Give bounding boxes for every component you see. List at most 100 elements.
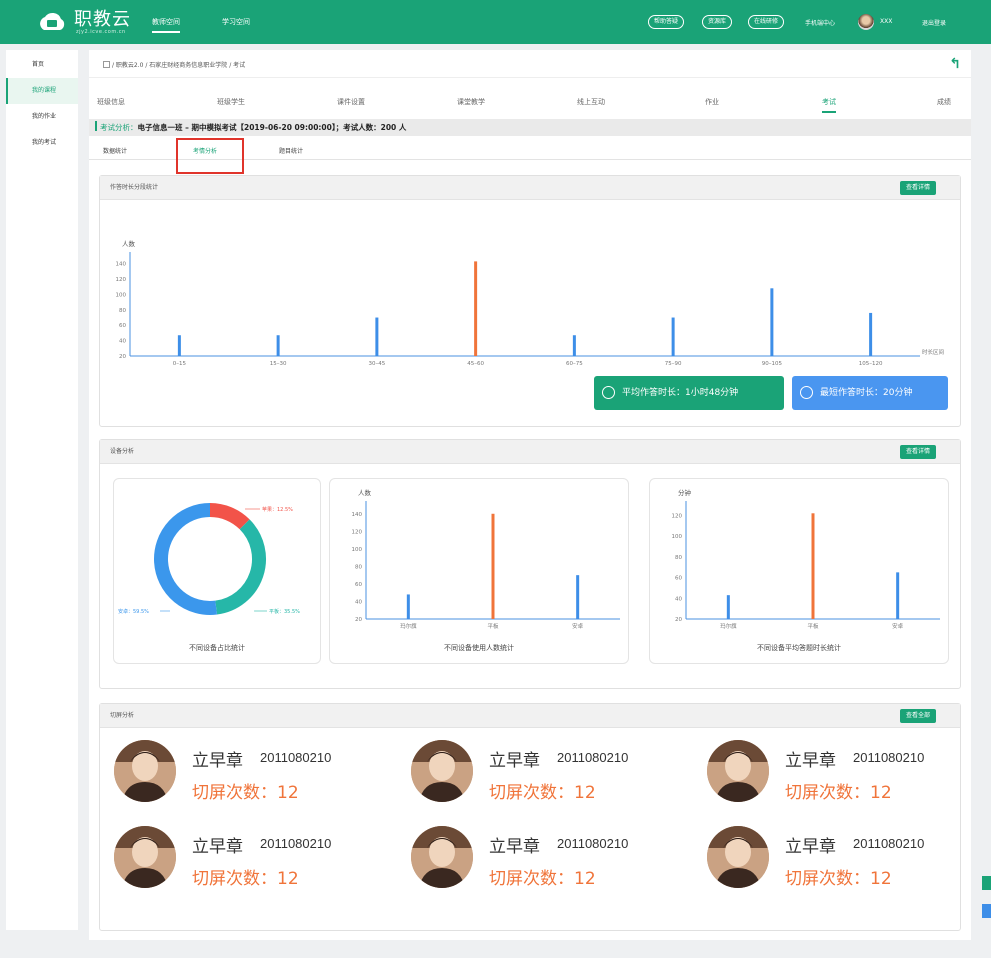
users-chart-title: 不同设备使用人数统计 [444, 644, 514, 652]
screen-cut-item[interactable]: 立早章 2011080210 切屏次数：12 [707, 740, 957, 810]
y-axis-label: 人数 [122, 239, 136, 248]
breadcrumb-text[interactable]: / 职教云2.0 / 石家庄财经商务信息职业学院 / 考试 [112, 62, 245, 69]
top-bar: 职教云 zjy2.icve.com.cn 教师空间 学习空间 帮助答疑 资源库 … [0, 0, 991, 44]
student-avatar [411, 826, 473, 888]
tab-grades[interactable]: 成绩 [937, 97, 951, 107]
sidebar-item-my-exams[interactable]: 我的考试 [6, 130, 78, 156]
y-tick-label: 40 [119, 339, 126, 345]
y-tick-label: 60 [119, 323, 126, 329]
subtab-question-stats[interactable]: 题目统计 [279, 146, 303, 155]
course-tabs: 班级信息 班级学生 课件设置 课堂教学 线上互动 作业 考试 成绩 [89, 90, 971, 113]
y-tick-label: 20 [119, 354, 126, 360]
logout-link[interactable]: 退出登录 [922, 18, 946, 27]
cloud-logo-icon [40, 12, 65, 30]
tab-class-info[interactable]: 班级信息 [97, 97, 125, 107]
bar [474, 261, 478, 356]
bar [572, 335, 576, 356]
x-tick-label: 平板 [807, 622, 819, 630]
device-share-card: 苹果：12.5% 平板：35.5% 安卓：59.5% 不同设备占比统计 [113, 478, 321, 664]
nav-teacher-space[interactable]: 教师空间 [152, 17, 180, 33]
bar [576, 575, 580, 619]
sidebar-item-home[interactable]: 首页 [6, 52, 78, 78]
tab-exam[interactable]: 考试 [822, 97, 836, 113]
y-tick-label: 140 [352, 512, 363, 518]
slice-label: 平板：35.5% [269, 608, 300, 615]
breadcrumb: / 职教云2.0 / 石家庄财经商务信息职业学院 / 考试 [89, 50, 971, 78]
panel-header: 切屏分析 查看全部 [100, 704, 960, 728]
float-share-icon[interactable] [982, 876, 991, 890]
y-tick-label: 120 [672, 513, 683, 519]
bar [770, 288, 774, 356]
x-tick-label: 玛尔旗 [720, 622, 737, 630]
screen-cut-count: 切屏次数：12 [192, 783, 299, 803]
user-name[interactable]: XXX [880, 18, 892, 25]
donut-slice [214, 519, 266, 615]
y-tick-label: 100 [672, 534, 683, 540]
help-pill[interactable]: 帮助答疑 [648, 15, 685, 29]
y-tick-label: 100 [352, 547, 363, 553]
mobile-center-link[interactable]: 手机端中心 [805, 18, 835, 27]
view-details-button[interactable]: 查看详情 [899, 181, 936, 195]
panel-header: 设备分析 查看详情 [100, 440, 960, 464]
student-name: 立早章 [785, 837, 836, 857]
brand-name: 职教云 [74, 9, 131, 30]
user-avatar[interactable] [858, 14, 874, 30]
device-panel: 设备分析 查看详情 苹果：12.5% 平板：35.5% 安卓：59.5% 不同设备占… [99, 439, 961, 689]
x-tick-label: 安卓 [892, 622, 904, 630]
device-users-bar-chart: 人数 20 40 60 80 100 120 140 玛尔旗 平板 安卓 [352, 488, 620, 630]
donut-slice [154, 503, 218, 615]
bar [177, 335, 181, 356]
donut-title: 不同设备占比统计 [189, 644, 245, 652]
sidebar-item-my-homework[interactable]: 我的作业 [6, 104, 78, 130]
home-icon[interactable] [103, 61, 110, 68]
float-feedback-icon[interactable] [982, 904, 991, 918]
tab-homework[interactable]: 作业 [705, 97, 719, 107]
x-tick-label: 安卓 [572, 622, 584, 630]
nav-learning-space[interactable]: 学习空间 [222, 17, 250, 27]
y-tick-label: 80 [355, 564, 362, 570]
back-arrow-icon[interactable]: ↰ [949, 56, 961, 72]
x-tick-label: 平板 [487, 622, 499, 630]
device-share-donut-chart: 苹果：12.5% 平板：35.5% 安卓：59.5% [118, 503, 300, 615]
tab-interaction[interactable]: 线上互动 [577, 97, 605, 107]
tab-courseware[interactable]: 课件设置 [337, 97, 365, 107]
sidebar: 首页 我的课程 我的作业 我的考试 [6, 50, 78, 930]
y-tick-label: 80 [675, 555, 682, 561]
exam-info-label: 考试分析： [100, 123, 138, 132]
bar [375, 317, 379, 356]
clock-icon [602, 386, 615, 399]
view-all-button[interactable]: 查看全部 [899, 709, 936, 723]
min-duration-badge: 最短作答时长：20分钟 [792, 376, 948, 410]
duration-panel: 作答时长分段统计 查看详情 人数 20 40 60 80 100 120 140 0–15 15–… [99, 175, 961, 427]
panel-header: 作答时长分段统计 查看详情 [100, 176, 960, 200]
panel-title: 切屏分析 [110, 712, 135, 719]
student-avatar [707, 826, 769, 888]
tab-classroom[interactable]: 课堂教学 [457, 97, 485, 107]
tab-class-students[interactable]: 班级学生 [217, 97, 245, 107]
device-time-card: 分钟 20 40 60 80 100 120 玛尔旗 平板 安卓 不同设备平均答题时长统计 [649, 478, 949, 664]
resource-pill[interactable]: 资源库 [702, 15, 733, 29]
view-details-button[interactable]: 查看详情 [899, 445, 936, 459]
subtab-data-stats[interactable]: 数据统计 [103, 146, 127, 155]
sidebar-item-my-courses[interactable]: 我的课程 [6, 78, 78, 104]
x-tick-label: 玛尔旗 [400, 622, 417, 630]
slice-label: 苹果：12.5% [262, 506, 293, 513]
x-tick-label: 75–90 [665, 361, 682, 367]
screen-cut-item[interactable]: 立早章 2011080210 切屏次数：12 [411, 826, 661, 896]
bar [671, 317, 675, 356]
brand-subtitle: zjy2.icve.com.cn [76, 29, 126, 35]
y-tick-label: 140 [116, 262, 127, 268]
student-id: 2011080210 [557, 750, 629, 765]
screen-cut-item[interactable]: 立早章 2011080210 切屏次数：12 [707, 826, 957, 896]
time-chart-title: 不同设备平均答题时长统计 [757, 644, 841, 652]
y-tick-label: 120 [116, 277, 127, 283]
screen-cut-item[interactable]: 立早章 2011080210 切屏次数：12 [114, 740, 364, 810]
screen-cut-count: 切屏次数：12 [489, 783, 596, 803]
panel-title: 作答时长分段统计 [110, 184, 159, 191]
screen-cut-panel: 切屏分析 查看全部 立早章 2011080210 切屏次数：12 立早章 2011080… [99, 703, 961, 931]
highlight-box [176, 138, 244, 174]
screen-cut-item[interactable]: 立早章 2011080210 切屏次数：12 [114, 826, 364, 896]
screen-cut-item[interactable]: 立早章 2011080210 切屏次数：12 [411, 740, 661, 810]
y-tick-label: 60 [675, 576, 682, 582]
training-pill[interactable]: 在线研修 [748, 15, 785, 29]
